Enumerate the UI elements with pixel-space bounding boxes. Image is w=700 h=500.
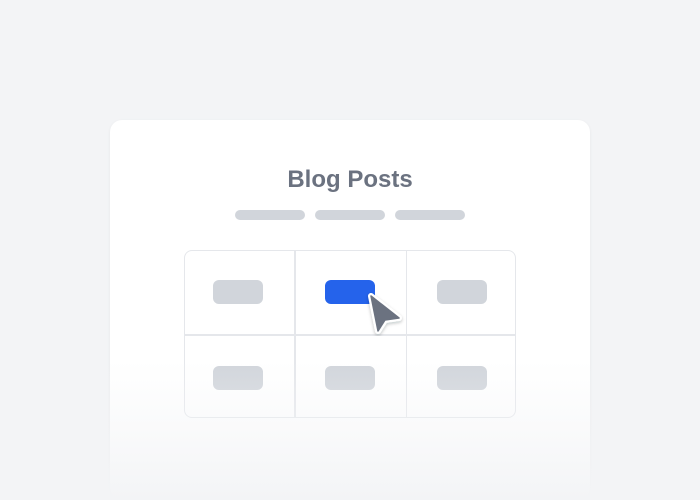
tab-placeholder-1[interactable]: [235, 210, 305, 220]
arrow-pointer-icon: [362, 290, 406, 336]
grid-cell: [406, 335, 515, 417]
grid-button-3[interactable]: [437, 280, 487, 304]
grid-cell: [406, 251, 515, 335]
grid-cell: [185, 251, 295, 335]
tab-placeholder-2[interactable]: [315, 210, 385, 220]
tab-placeholder-3[interactable]: [395, 210, 465, 220]
grid-button-4[interactable]: [213, 366, 263, 390]
grid-button-5[interactable]: [325, 366, 375, 390]
grid-button-1[interactable]: [213, 280, 263, 304]
tab-placeholders: [235, 210, 465, 220]
page-title: Blog Posts: [287, 166, 413, 193]
grid-button-6[interactable]: [437, 366, 487, 390]
button-grid: [184, 250, 516, 418]
grid-cell: [185, 335, 295, 417]
grid-cell: [295, 335, 406, 417]
